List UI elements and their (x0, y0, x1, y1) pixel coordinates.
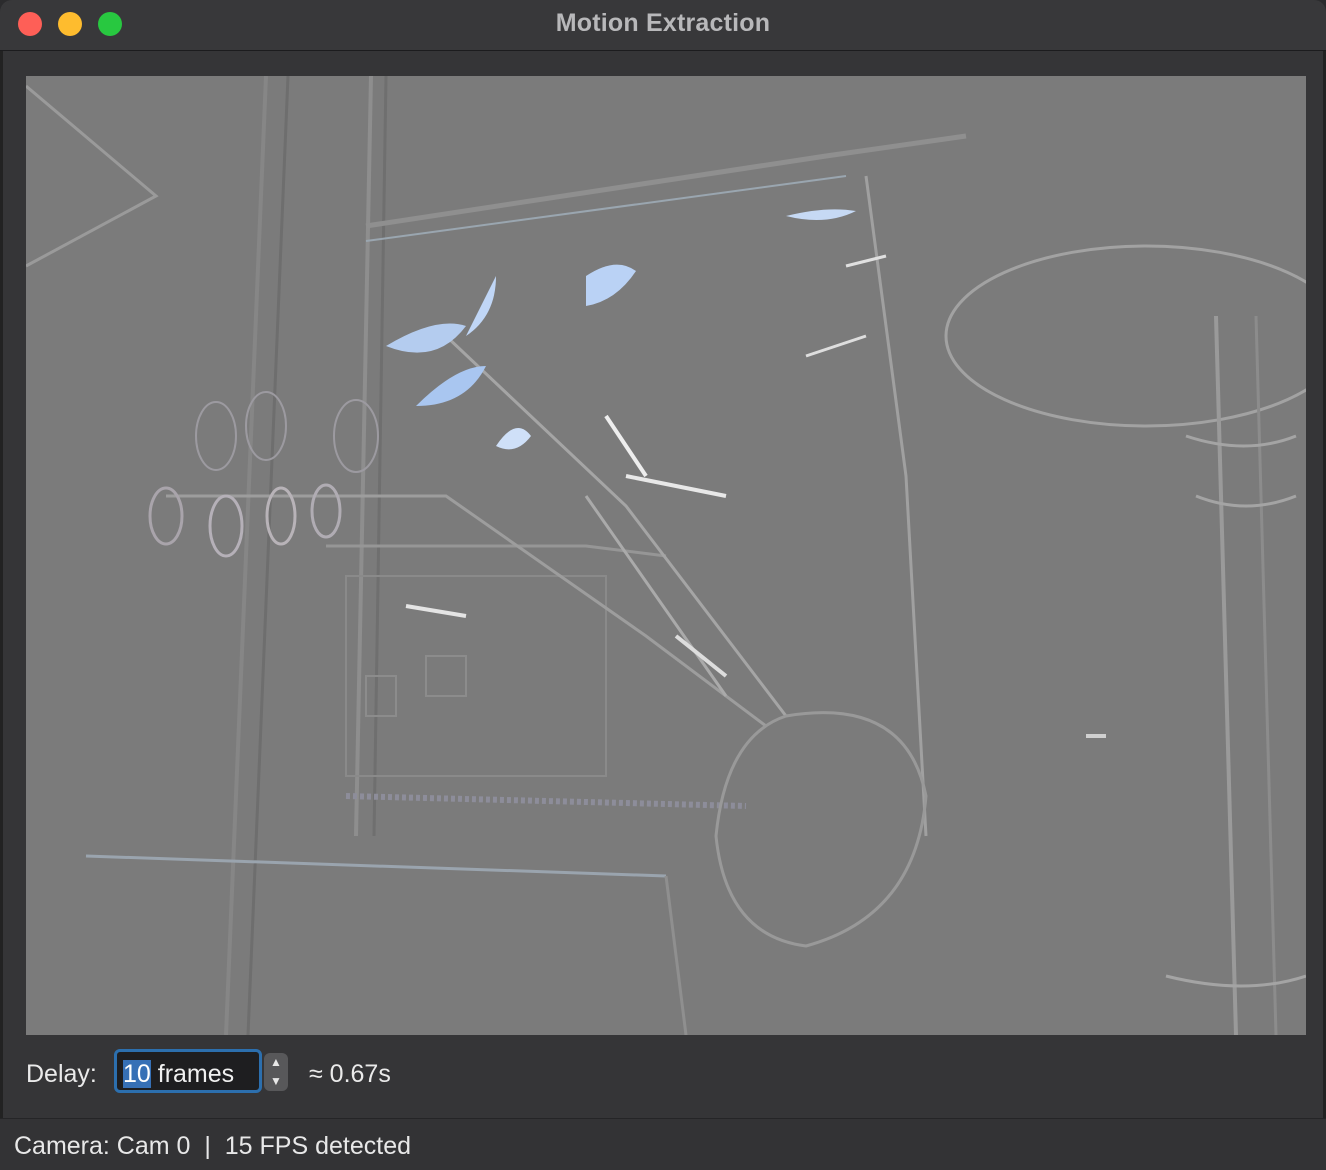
app-window: Motion Extraction Delay: 10 frames ▲ ▼ ≈… (0, 0, 1326, 1170)
delay-label: Delay: (26, 1060, 97, 1088)
delay-value[interactable]: 10 (123, 1060, 151, 1088)
camera-status: Camera: Cam 0 (14, 1132, 191, 1160)
chevron-up-icon[interactable]: ▲ (264, 1053, 288, 1072)
motion-video-view (26, 76, 1306, 1035)
status-bar: Camera: Cam 0 | 15 FPS detected (0, 1118, 1326, 1170)
delay-unit: frames (150, 1060, 235, 1088)
delay-seconds-readout: ≈ 0.67s (309, 1060, 391, 1088)
fps-status: 15 FPS detected (224, 1132, 411, 1160)
delay-frames-field[interactable]: 10 frames (114, 1049, 262, 1093)
window-title: Motion Extraction (555, 9, 771, 37)
delay-stepper[interactable]: ▲ ▼ (264, 1053, 288, 1091)
motion-frame-image (26, 76, 1306, 1035)
title-bar[interactable]: Motion Extraction (0, 0, 1326, 51)
status-separator: | (204, 1132, 211, 1160)
chevron-down-icon[interactable]: ▼ (264, 1072, 288, 1091)
status-text: Camera: Cam 0 | 15 FPS detected (14, 1132, 411, 1161)
delay-field-text[interactable]: 10 frames (123, 1060, 234, 1089)
